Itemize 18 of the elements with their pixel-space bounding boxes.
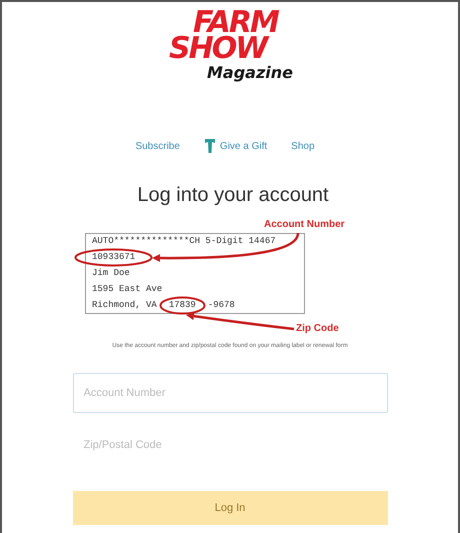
label-line: Jim Doe: [92, 268, 130, 279]
callout-label: Account Number: [264, 219, 345, 230]
label-line: AUTO**************CH 5-Digit 14467: [92, 236, 276, 247]
gift-link[interactable]: Give a Gift: [204, 138, 268, 154]
page-heading: Log into your account: [137, 184, 329, 207]
input-field[interactable]: Account Number: [72, 373, 388, 413]
zip-extension-text: -9678: [208, 300, 235, 311]
ellipse-marker: [160, 296, 206, 314]
zip-code-text: 17839: [168, 300, 196, 311]
label-line: 10933671: [92, 252, 136, 263]
city-state-text: Richmond, VA: [92, 300, 157, 311]
nav-link[interactable]: Subscribe: [135, 140, 180, 152]
nav-link[interactable]: Shop: [291, 140, 315, 152]
shirt-icon: [204, 138, 216, 154]
logo-subtitle: Magazine: [207, 65, 294, 81]
callout-label: Zip Code: [296, 323, 339, 334]
logo-word: SHOW: [169, 34, 266, 64]
label-line: 1595 East Ave: [92, 284, 162, 295]
